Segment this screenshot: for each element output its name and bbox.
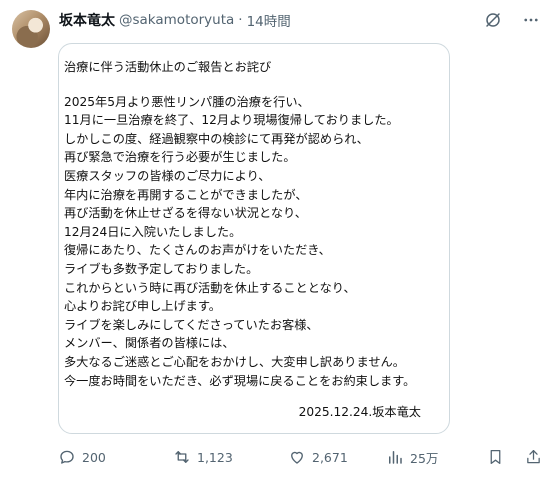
statement-line: 2025年5月より悪性リンパ腫の治療を行い、 [64, 94, 310, 109]
statement-line: 年内に治療を再開することができましたが、 [64, 187, 308, 202]
repost-icon [173, 448, 191, 466]
statement-line: 再び活動を休止せざるを得ない状況となり、 [64, 206, 307, 221]
views-count: 25万 [410, 450, 439, 466]
statement-line: 心よりお詫び申し上げます。 [64, 299, 221, 314]
statement-line: 復帰にあたり、たくさんのお声がけをいただき、 [64, 243, 331, 258]
views-icon [386, 448, 404, 466]
user-handle[interactable]: @sakamotoryuta [119, 12, 234, 28]
post-top-actions [483, 10, 541, 30]
statement-line: しかしこの度、経過観察中の検診にて再発が認められ、 [64, 131, 369, 146]
repost-count: 1,123 [197, 449, 233, 465]
post-time[interactable]: 14時間 [247, 10, 291, 30]
statement-line: 多大なるご迷惑とご心配をおかけし、大変申し訳ありません。 [64, 354, 405, 369]
reply-icon [58, 448, 76, 466]
statement-line: 今一度お時間をいただき、必ず現場に戻ることをお約束します。 [64, 373, 416, 388]
post-right-actions [485, 447, 543, 467]
share-icon[interactable] [523, 447, 543, 467]
statement-spacer [64, 77, 415, 93]
statement-line: 再び緊急で治療を行う必要が生じました。 [64, 150, 296, 165]
post-action-bar: 200 1,123 2,671 25万 [58, 447, 543, 467]
post: 坂本竜太 @sakamotoryuta · 14時間 治療に伴う活動休止のご報告… [0, 0, 557, 477]
statement-line: これからという時に再び活動を休止することとなり、 [64, 280, 356, 295]
grok-icon[interactable] [483, 10, 503, 30]
repost-button[interactable]: 1,123 [173, 448, 288, 466]
views-button[interactable]: 25万 [386, 448, 480, 467]
like-count: 2,671 [312, 449, 348, 465]
avatar[interactable] [12, 10, 50, 48]
statement-signature: 2025.12.24.坂本竜太 [298, 405, 421, 419]
separator-dot: · [238, 12, 243, 28]
statement-text: 治療に伴う活動休止のご報告とお詫び 2025年5月より悪性リンパ腫の治療を行い、… [64, 58, 415, 390]
statement-line: ライブも多数予定しておりました。 [64, 261, 259, 276]
statement-line: 12月24日に入院いたしました。 [64, 224, 242, 239]
post-header: 坂本竜太 @sakamotoryuta · 14時間 [59, 10, 291, 30]
statement-line: ライブを楽しみにしてくださっていたお客様、 [64, 317, 319, 332]
display-name[interactable]: 坂本竜太 [59, 10, 115, 30]
statement-line: 医療スタッフの皆様のご尽力により、 [64, 168, 271, 183]
reply-button[interactable]: 200 [58, 448, 173, 466]
more-icon[interactable] [521, 10, 541, 30]
statement-line: 11月に一旦治療を終了、12月より現場復帰しておりました。 [64, 113, 399, 128]
like-icon [288, 448, 306, 466]
like-button[interactable]: 2,671 [288, 448, 386, 466]
reply-count: 200 [82, 449, 106, 465]
post-image[interactable]: 治療に伴う活動休止のご報告とお詫び 2025年5月より悪性リンパ腫の治療を行い、… [58, 43, 450, 434]
statement-title: 治療に伴う活動休止のご報告とお詫び [64, 60, 272, 74]
bookmark-icon[interactable] [485, 447, 505, 467]
statement-line: メンバー、関係者の皆様には、 [64, 336, 235, 351]
